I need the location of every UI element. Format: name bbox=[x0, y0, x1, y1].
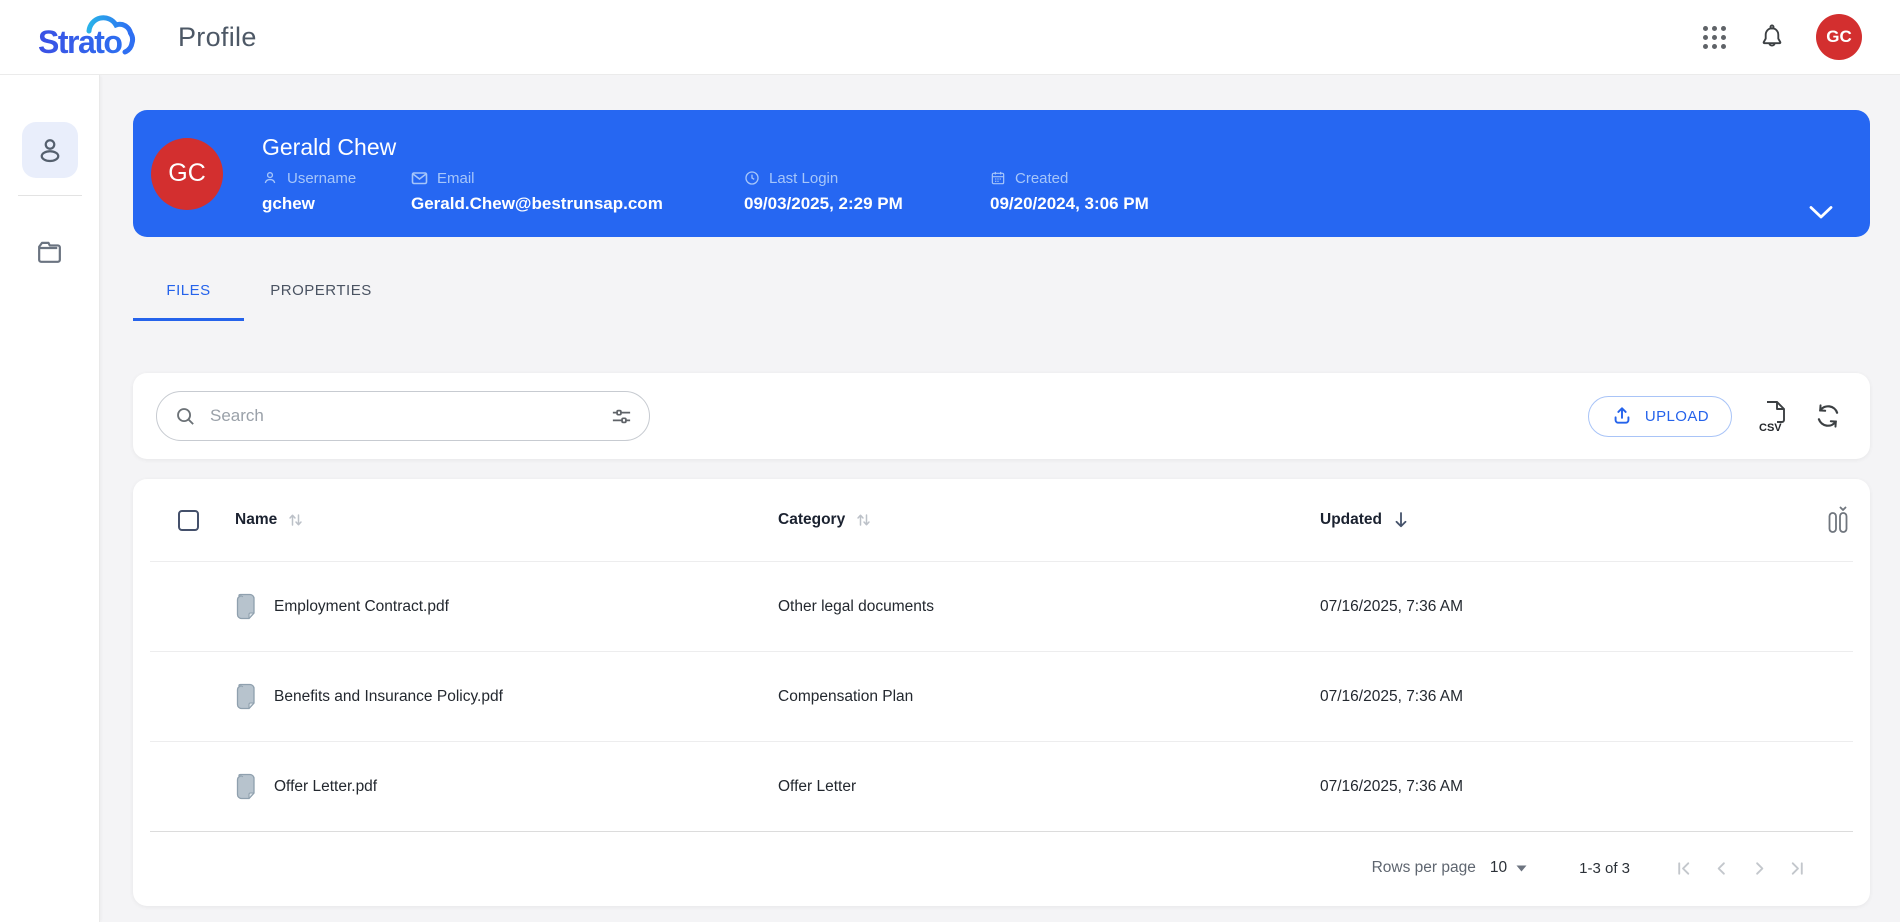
file-name: Benefits and Insurance Policy.pdf bbox=[274, 687, 503, 705]
page-title: Profile bbox=[178, 21, 257, 52]
upload-button[interactable]: UPLOAD bbox=[1587, 395, 1732, 437]
upload-icon bbox=[1614, 407, 1630, 424]
email-label: Email bbox=[437, 169, 475, 187]
tab-properties[interactable]: PROPERTIES bbox=[244, 282, 398, 321]
person-icon bbox=[264, 172, 276, 184]
name-column-label: Name bbox=[235, 511, 278, 528]
file-updated: 07/16/2025, 7:36 AM bbox=[1320, 687, 1464, 705]
calendar-icon bbox=[991, 171, 1005, 185]
sidebar-item-profile[interactable] bbox=[21, 122, 78, 178]
email-value: Gerald.Chew@bestrunsap.com bbox=[411, 193, 663, 213]
file-icon bbox=[236, 593, 255, 620]
username-value: gchew bbox=[262, 193, 315, 213]
field-created: Created 09/20/2024, 3:06 PM bbox=[990, 170, 1149, 214]
pagination-range: 1-3 of 3 bbox=[1579, 859, 1630, 877]
rows-per-page-value: 10 bbox=[1489, 859, 1508, 876]
column-settings-icon[interactable] bbox=[1825, 505, 1851, 535]
column-header-updated[interactable]: Updated bbox=[1320, 511, 1809, 529]
search-input[interactable] bbox=[210, 406, 597, 426]
created-value: 09/20/2024, 3:06 PM bbox=[990, 193, 1149, 213]
column-header-name[interactable]: Name bbox=[235, 511, 778, 529]
file-icon bbox=[236, 683, 255, 710]
file-name: Offer Letter.pdf bbox=[274, 777, 378, 795]
first-page-icon[interactable] bbox=[1674, 859, 1693, 878]
search-icon bbox=[177, 407, 194, 425]
strato-cloud-logo-icon: Strato bbox=[38, 15, 135, 60]
next-page-icon[interactable] bbox=[1750, 859, 1769, 878]
table-header-row: Name Category Updated bbox=[150, 479, 1853, 561]
select-all-checkbox[interactable] bbox=[178, 509, 199, 531]
username-label: Username bbox=[287, 169, 357, 187]
table-row[interactable]: Offer Letter.pdf Offer Letter 07/16/2025… bbox=[150, 741, 1853, 831]
field-last-login: Last Login 09/03/2025, 2:29 PM bbox=[744, 170, 990, 214]
filter-tune-icon[interactable] bbox=[610, 405, 633, 428]
created-label: Created bbox=[1015, 169, 1069, 187]
notifications-bell-icon[interactable] bbox=[1758, 23, 1786, 51]
banner-collapse-chevron-down-icon[interactable] bbox=[1808, 205, 1834, 223]
app-header: Strato Profile GC bbox=[0, 0, 1900, 75]
category-column-label: Category bbox=[778, 511, 846, 528]
apps-grid-icon[interactable] bbox=[1701, 24, 1728, 51]
table-row[interactable]: Benefits and Insurance Policy.pdf Compen… bbox=[150, 651, 1853, 741]
user-avatar[interactable]: GC bbox=[1816, 14, 1862, 60]
field-username: Username gchew bbox=[262, 170, 411, 214]
sort-both-icon bbox=[857, 514, 870, 526]
files-toolbar: UPLOAD CSV bbox=[133, 373, 1870, 459]
upload-label: UPLOAD bbox=[1644, 407, 1709, 425]
logo-text: Strato bbox=[38, 24, 122, 60]
sidebar bbox=[0, 75, 100, 922]
export-csv-icon[interactable]: CSV bbox=[1758, 400, 1788, 433]
sort-desc-arrow-icon bbox=[1395, 512, 1407, 528]
table-pagination: Rows per page 10 1-3 of 3 bbox=[150, 831, 1853, 904]
file-category: Compensation Plan bbox=[778, 687, 914, 705]
profile-banner: GC Gerald Chew Username gchew Email Gera… bbox=[133, 110, 1870, 237]
profile-tabs: FILES PROPERTIES bbox=[133, 282, 1870, 321]
refresh-icon[interactable] bbox=[1814, 402, 1842, 430]
file-name: Employment Contract.pdf bbox=[274, 597, 449, 615]
sort-both-icon bbox=[289, 514, 302, 526]
file-category: Offer Letter bbox=[778, 777, 857, 795]
last-page-icon[interactable] bbox=[1788, 859, 1807, 878]
folder-icon bbox=[38, 241, 61, 263]
rows-per-page-label: Rows per page bbox=[1371, 859, 1476, 876]
file-updated: 07/16/2025, 7:36 AM bbox=[1320, 597, 1464, 615]
csv-label: CSV bbox=[1759, 422, 1782, 433]
profile-name: Gerald Chew bbox=[262, 133, 397, 160]
profile-avatar: GC bbox=[151, 137, 223, 210]
person-icon bbox=[40, 139, 59, 163]
rows-per-page-select[interactable]: 10 bbox=[1490, 859, 1527, 877]
files-table: Name Category Updated Employment Contrac… bbox=[133, 479, 1870, 906]
envelope-icon bbox=[411, 172, 428, 185]
sidebar-divider bbox=[17, 195, 82, 196]
tab-files[interactable]: FILES bbox=[133, 282, 244, 321]
clock-icon bbox=[745, 171, 759, 185]
updated-column-label: Updated bbox=[1320, 511, 1382, 528]
column-header-category[interactable]: Category bbox=[778, 511, 1320, 529]
file-updated: 07/16/2025, 7:36 AM bbox=[1320, 777, 1464, 795]
search-box[interactable] bbox=[156, 391, 650, 441]
main-content: GC Gerald Chew Username gchew Email Gera… bbox=[100, 75, 1900, 922]
strato-logo: Strato bbox=[38, 11, 150, 63]
file-icon bbox=[236, 773, 255, 800]
sidebar-item-files[interactable] bbox=[22, 223, 78, 279]
field-email: Email Gerald.Chew@bestrunsap.com bbox=[411, 170, 744, 214]
previous-page-icon[interactable] bbox=[1712, 859, 1731, 878]
file-category: Other legal documents bbox=[778, 597, 934, 615]
last-login-value: 09/03/2025, 2:29 PM bbox=[744, 193, 903, 213]
chevron-down-icon bbox=[1516, 865, 1527, 871]
last-login-label: Last Login bbox=[769, 169, 839, 187]
table-row[interactable]: Employment Contract.pdf Other legal docu… bbox=[150, 561, 1853, 651]
